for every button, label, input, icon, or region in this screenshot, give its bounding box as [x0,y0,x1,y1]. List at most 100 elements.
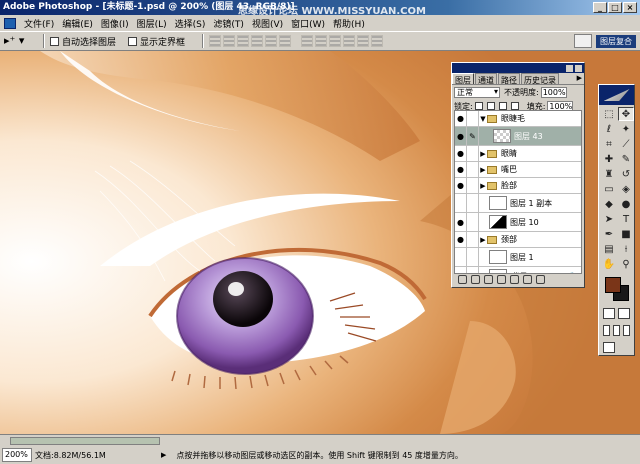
align-bottom-icon[interactable] [237,35,250,47]
expand-triangle-icon[interactable]: ▶ [479,182,487,190]
full-screen-menu-icon[interactable] [613,325,620,336]
palette-close-icon[interactable] [575,64,582,72]
marquee-tool-icon[interactable]: ⬚ [601,107,617,121]
zoom-tool-icon[interactable]: ⚲ [618,257,634,271]
new-layer-icon[interactable] [523,275,532,284]
scrollbar-thumb[interactable] [10,437,160,445]
brush-icon[interactable]: ✎ [467,127,479,145]
checkbox-box[interactable] [128,36,138,46]
horizontal-scrollbar[interactable] [0,434,640,446]
eye-icon[interactable]: ● [455,127,467,145]
align-top-icon[interactable] [209,35,222,47]
lock-all-icon[interactable] [510,102,519,110]
eraser-tool-icon[interactable]: ▭ [601,182,617,196]
brush-tool-icon[interactable]: ✎ [618,152,634,166]
opacity-input[interactable]: 100% [540,86,567,98]
checkbox-box[interactable] [50,36,59,46]
lock-image-icon[interactable] [486,102,495,110]
file-browser-icon[interactable] [574,34,592,48]
standard-mode-icon[interactable] [603,308,615,319]
full-screen-icon[interactable] [623,325,630,336]
link-layers-icon[interactable] [458,275,467,284]
toolbox-header[interactable] [599,85,634,105]
expand-triangle-icon[interactable]: ▶ [479,150,487,158]
eye-icon[interactable]: ● [455,213,467,231]
layer-row[interactable]: 图层 1 [455,248,581,267]
menu-layer[interactable]: 图层(L) [133,17,171,30]
tool-preset-picker[interactable]: ▸⁺ ▾ [4,33,38,49]
paint-bucket-tool-icon[interactable]: ◈ [618,182,634,196]
add-mask-icon[interactable] [484,275,493,284]
adjustment-layer-icon[interactable] [497,275,506,284]
status-menu-icon[interactable]: ▶ [161,451,166,459]
link-cell[interactable] [467,232,479,247]
standard-screen-icon[interactable] [603,325,610,336]
tab-channels[interactable]: 通道 [475,73,497,85]
distribute-right-icon[interactable] [371,35,384,47]
zoom-field[interactable]: 200% [2,448,32,462]
link-cell[interactable] [467,146,479,161]
link-cell[interactable] [467,248,479,266]
history-brush-tool-icon[interactable]: ↺ [618,167,634,181]
app-icon[interactable] [4,17,16,29]
quickmask-mode-icon[interactable] [618,308,630,319]
eye-hidden-cell[interactable] [455,248,467,266]
menu-filter[interactable]: 滤镜(T) [209,17,248,30]
align-hcenter-icon[interactable] [265,35,278,47]
eye-hidden-cell[interactable] [455,194,467,212]
eye-icon[interactable]: ● [455,146,467,161]
layer-row[interactable]: ● ▶ 嘴巴 [455,162,581,178]
notes-tool-icon[interactable]: ▤ [601,242,617,256]
dodge-tool-icon[interactable]: ● [618,197,634,211]
type-tool-icon[interactable]: T [618,212,634,226]
palette-minimize-icon[interactable] [566,64,573,72]
layer-comps-tab[interactable]: 图层复合 [596,34,636,48]
link-cell[interactable] [467,111,479,126]
menu-select[interactable]: 选择(S) [171,17,210,30]
distribute-hcenter-icon[interactable] [357,35,370,47]
show-bounding-box-checkbox[interactable]: 显示定界框 [128,35,185,48]
eye-icon[interactable]: ● [455,267,467,273]
slice-tool-icon[interactable]: ⟋ [618,137,634,151]
link-cell[interactable] [467,267,479,273]
minimize-button[interactable]: _ [593,2,607,13]
layer-row[interactable]: ● ▶ 颈部 [455,232,581,248]
menu-window[interactable]: 窗口(W) [287,17,329,30]
distribute-bottom-icon[interactable] [329,35,342,47]
tab-history[interactable]: 历史记录 [521,73,559,85]
blur-tool-icon[interactable]: ◆ [601,197,617,211]
hand-tool-icon[interactable]: ✋ [601,257,617,271]
menu-image[interactable]: 图像(I) [97,17,133,30]
shape-tool-icon[interactable]: ■ [618,227,634,241]
layer-row[interactable]: ● ▼ 眼睫毛 [455,111,581,127]
expand-triangle-icon[interactable]: ▼ [479,115,487,123]
stamp-tool-icon[interactable]: ♜ [601,167,617,181]
layer-row[interactable]: ● ▶ 眼睛 [455,146,581,162]
layer-row[interactable]: ● 背景 🔒 [455,267,581,273]
link-cell[interactable] [467,162,479,177]
move-tool-icon[interactable]: ✥ [618,107,634,121]
lock-transparency-icon[interactable] [474,102,483,110]
eye-icon[interactable]: ● [455,178,467,193]
expand-triangle-icon[interactable]: ▶ [479,166,487,174]
close-button[interactable]: × [623,2,637,13]
eye-icon[interactable]: ● [455,232,467,247]
layer-row-selected[interactable]: ● ✎ 图层 43 [455,127,581,146]
menu-edit[interactable]: 编辑(E) [58,17,97,30]
layer-style-icon[interactable] [471,275,480,284]
expand-triangle-icon[interactable]: ▶ [479,236,487,244]
blend-mode-select[interactable]: 正常 [454,86,500,98]
eyedropper-tool-icon[interactable]: ⟊ [618,242,634,256]
link-cell[interactable] [467,213,479,231]
menu-file[interactable]: 文件(F) [20,17,58,30]
lock-position-icon[interactable] [498,102,507,110]
layer-row[interactable]: ● ▶ 脸部 [455,178,581,194]
lasso-tool-icon[interactable]: ℓ [601,122,617,136]
layer-row[interactable]: 图层 1 副本 [455,194,581,213]
healing-brush-tool-icon[interactable]: ✚ [601,152,617,166]
align-left-icon[interactable] [251,35,264,47]
align-vcenter-icon[interactable] [223,35,236,47]
path-selection-tool-icon[interactable]: ➤ [601,212,617,226]
palette-menu-icon[interactable]: ▶ [577,74,582,82]
auto-select-layer-checkbox[interactable]: 自动选择图层 [50,35,116,48]
